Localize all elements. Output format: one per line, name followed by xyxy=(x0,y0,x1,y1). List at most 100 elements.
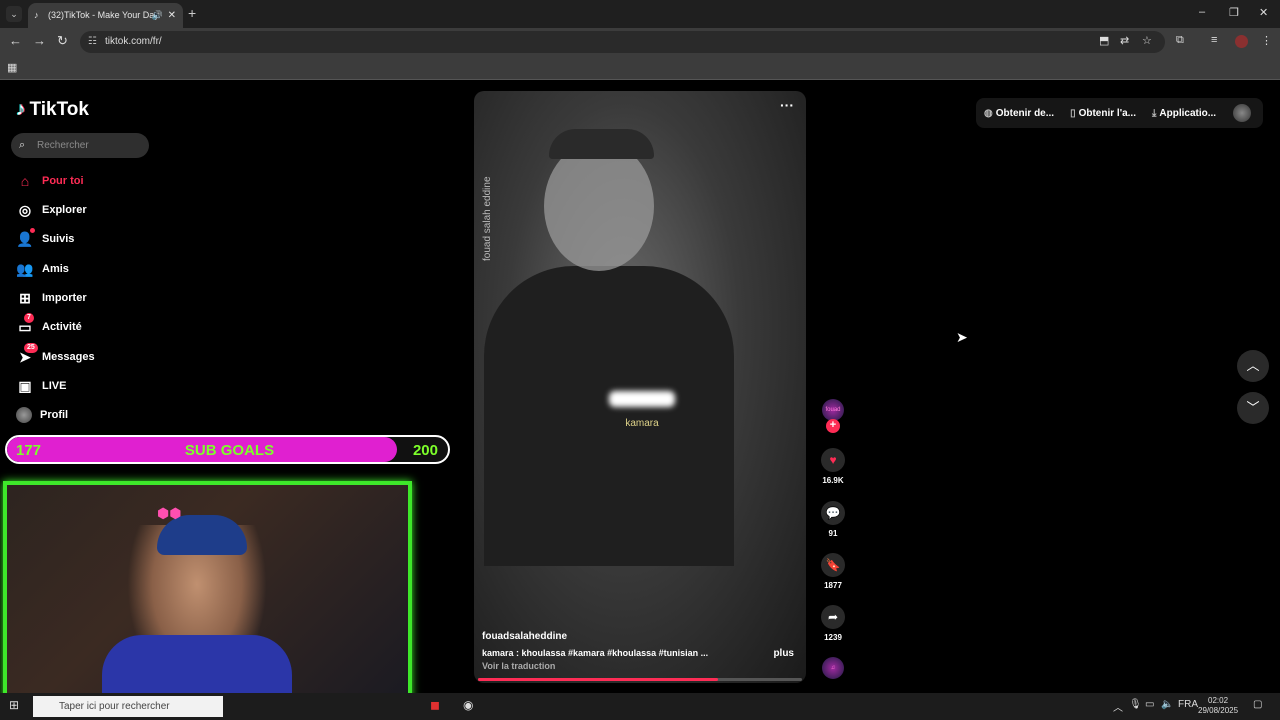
user-avatar[interactable] xyxy=(1233,104,1251,122)
restore-button[interactable]: ❐ xyxy=(1229,6,1239,19)
language-indicator[interactable]: FRA xyxy=(1178,699,1198,710)
get-coins-button[interactable]: ◍ Obtenir de... xyxy=(976,108,1062,119)
taskbar-clock[interactable]: 02:02 29/08/2025 xyxy=(1198,696,1238,716)
sidebar-item-label: Messages xyxy=(42,351,95,363)
obs-icon[interactable]: ◉ xyxy=(463,698,473,712)
sub-goals-current: 177 xyxy=(16,442,42,459)
profile-icon xyxy=(16,407,32,423)
microphone-icon[interactable]: 🎙 xyxy=(1129,699,1142,710)
video-glow xyxy=(609,391,675,407)
share-icon[interactable]: ➦ xyxy=(821,605,845,629)
tiktok-logo[interactable]: ♪ TikTok xyxy=(16,99,89,121)
share-action[interactable]: ➦ 1239 xyxy=(820,605,846,642)
search-input[interactable]: ⌕ Rechercher xyxy=(11,133,149,158)
extensions-icon[interactable]: ⧉ xyxy=(1176,34,1184,47)
music-disc-icon[interactable]: ♫ xyxy=(822,657,844,679)
previous-video-button[interactable]: ︿ xyxy=(1237,350,1269,382)
notification-dot xyxy=(30,227,35,233)
sidebar-item-amis[interactable]: 👥 Amis xyxy=(16,259,69,279)
tab-search-icon[interactable]: ⌄ xyxy=(6,6,22,22)
search-icon: ⌕ xyxy=(19,139,26,151)
sidebar-item-suivis[interactable]: 👤 Suivis xyxy=(16,227,75,249)
next-video-button[interactable]: ﹀ xyxy=(1237,392,1269,424)
sidebar-item-label: Importer xyxy=(42,292,87,304)
hexagon-lights: ⬢⬢ xyxy=(157,505,182,521)
follow-button[interactable]: + xyxy=(826,419,840,433)
tray-expand-icon[interactable]: ︿ xyxy=(1113,699,1123,714)
webcam-overlay: ⬢⬢ xyxy=(3,481,412,708)
download-icon: ⤓ xyxy=(1151,107,1157,119)
sidebar-item-live[interactable]: ▣ LIVE xyxy=(16,376,66,396)
sidebar-item-profil[interactable]: Profil xyxy=(16,405,68,425)
reload-icon[interactable]: ↻ xyxy=(57,33,68,49)
activity-icon: ▭ 7 xyxy=(16,312,34,336)
video-person-head xyxy=(544,141,654,271)
address-bar[interactable]: ☷ tiktok.com/fr/ xyxy=(80,31,1165,53)
close-window-button[interactable]: ✕ xyxy=(1259,6,1268,19)
speaker-icon[interactable]: 🔊 xyxy=(152,3,163,28)
bookmark-icon[interactable]: 🔖 xyxy=(821,553,845,577)
activity-badge: 7 xyxy=(24,312,34,323)
logo-text: TikTok xyxy=(29,99,89,120)
comment-icon[interactable]: 💬 xyxy=(821,501,845,525)
sidebar-item-pour-toi[interactable]: ⌂ Pour toi xyxy=(16,171,84,191)
tiktok-note-icon: ♪ xyxy=(16,99,26,120)
close-tab-icon[interactable]: ✕ xyxy=(168,3,176,28)
sub-goals-target: 200 xyxy=(412,442,438,459)
media-control-icon[interactable]: ≡ xyxy=(1211,34,1217,46)
video-person-body xyxy=(484,266,734,566)
taskbar-search-input[interactable]: Taper ici pour rechercher xyxy=(33,696,223,717)
windows-taskbar: ⊞ Taper ici pour rechercher ◼ ◉ ︿ 🎙 ▭ 🔈 … xyxy=(0,693,1280,720)
network-icon[interactable]: ▭ xyxy=(1145,699,1154,710)
bookmark-star-icon[interactable]: ☆ xyxy=(1142,34,1152,47)
translate-link[interactable]: Voir la traduction xyxy=(482,661,555,671)
url-text: tiktok.com/fr/ xyxy=(105,36,162,47)
desktop-app-button[interactable]: ⤓ Applicatio... xyxy=(1144,108,1224,119)
menu-icon[interactable]: ⋮ xyxy=(1261,34,1272,47)
heart-icon[interactable]: ♥ xyxy=(821,448,845,472)
sidebar-item-label: LIVE xyxy=(42,380,67,392)
minimize-button[interactable]: – xyxy=(1199,6,1205,18)
more-options-icon[interactable]: ··· xyxy=(780,97,794,113)
site-info-icon[interactable]: ☷ xyxy=(88,31,97,53)
sidebar-item-label: Pour toi xyxy=(42,175,84,187)
tab-title: (32)TikTok - Make Your Day xyxy=(48,10,159,20)
sidebar-item-messages[interactable]: ➤ 25 Messages xyxy=(16,342,95,367)
notifications-icon[interactable]: ▢ xyxy=(1253,699,1262,710)
app-icon[interactable]: ◼ xyxy=(430,698,440,712)
browser-tab[interactable]: ♪ (32)TikTok - Make Your Day 🔊 ✕ xyxy=(28,3,183,28)
sidebar-item-activite[interactable]: ▭ 7 Activité xyxy=(16,312,82,337)
sidebar-item-explorer[interactable]: ◎ Explorer xyxy=(16,200,87,220)
get-app-button[interactable]: ▯ Obtenir l'a... xyxy=(1062,108,1144,119)
live-icon: ▣ xyxy=(18,377,32,394)
bookmarks-bar: ▦ xyxy=(0,56,1280,80)
forward-icon[interactable]: → xyxy=(33,33,46,48)
sidebar-item-label: Suivis xyxy=(42,233,75,245)
volume-icon[interactable]: 🔈 xyxy=(1161,699,1173,710)
new-tab-button[interactable]: + xyxy=(188,5,196,21)
comment-count: 91 xyxy=(828,529,838,538)
like-action[interactable]: ♥ 16.9K xyxy=(820,448,846,485)
profile-avatar-icon[interactable] xyxy=(1235,35,1248,48)
sidebar-item-importer[interactable]: ⊞ Importer xyxy=(16,288,87,308)
video-progress-fill xyxy=(478,678,718,681)
video-overlay-text: kamara xyxy=(625,418,659,429)
save-count: 1877 xyxy=(824,581,842,590)
translate-icon[interactable]: ⇄ xyxy=(1120,34,1129,47)
install-app-icon[interactable]: ⬒ xyxy=(1099,34,1109,47)
save-action[interactable]: 🔖 1877 xyxy=(820,553,846,590)
clock-time: 02:02 xyxy=(1208,696,1229,705)
video-author[interactable]: fouadsalaheddine xyxy=(482,631,567,642)
comment-action[interactable]: 💬 91 xyxy=(820,501,846,538)
sidebar-item-label: Profil xyxy=(40,409,69,421)
creator-avatar[interactable]: fouad xyxy=(822,399,844,421)
like-count: 16.9K xyxy=(822,476,844,485)
apps-grid-icon[interactable]: ▦ xyxy=(7,61,17,74)
more-description-button[interactable]: plus xyxy=(773,648,794,659)
video-player[interactable]: fouad salah eddine ··· kamara fouadsalah… xyxy=(474,91,806,683)
video-progress-bar[interactable] xyxy=(478,678,802,681)
back-icon[interactable]: ← xyxy=(9,33,22,48)
sidebar-item-label: Activité xyxy=(42,321,82,333)
windows-start-icon[interactable]: ⊞ xyxy=(9,698,19,712)
following-icon: 👤 xyxy=(16,227,35,248)
